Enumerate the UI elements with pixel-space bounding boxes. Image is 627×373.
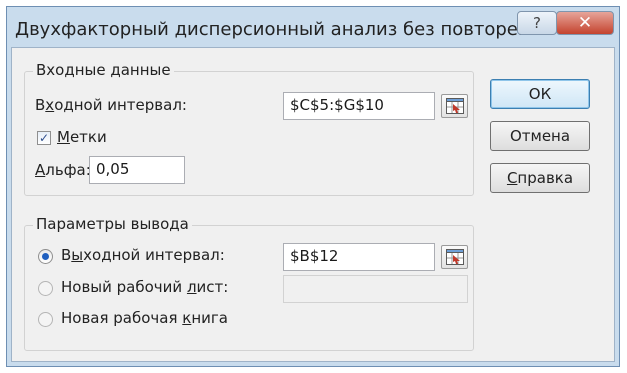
radio-selected-dot [42, 253, 49, 260]
input-range-ref-button[interactable] [441, 94, 468, 118]
input-range-field[interactable]: $C$5:$G$10 [283, 92, 435, 120]
input-group-title: Входные данные [33, 61, 174, 79]
ok-button[interactable]: ОК [490, 79, 590, 109]
output-group-title: Параметры вывода [33, 215, 192, 233]
labels-checkbox-label[interactable]: Метки [57, 128, 107, 146]
close-icon: ✕ [577, 13, 593, 33]
question-icon: ? [533, 14, 541, 32]
help-button[interactable]: Справка [490, 163, 590, 193]
dialog-window: Двухфакторный дисперсионный анализ без п… [6, 6, 620, 367]
help-title-button[interactable]: ? [517, 11, 557, 35]
input-data-group: Входные данные Входной интервал: $C$5:$G… [24, 61, 474, 196]
alpha-input[interactable]: 0,05 [89, 156, 185, 184]
check-icon: ✓ [38, 131, 50, 145]
new-workbook-label[interactable]: Новая рабочая книга [61, 309, 228, 327]
range-select-icon [446, 249, 464, 265]
new-sheet-name-field[interactable] [283, 275, 468, 303]
output-range-label[interactable]: Выходной интервал: [61, 246, 225, 264]
range-select-icon [446, 98, 464, 114]
output-range-radio[interactable] [38, 249, 53, 264]
output-range-field[interactable]: $B$12 [283, 243, 435, 271]
output-options-group: Параметры вывода Выходной интервал: $B$1… [24, 215, 474, 351]
dialog-client-area: Входные данные Входной интервал: $C$5:$G… [11, 47, 615, 362]
new-sheet-radio[interactable] [38, 281, 53, 296]
input-range-label: Входной интервал: [35, 96, 187, 114]
close-button[interactable]: ✕ [556, 11, 614, 35]
new-workbook-radio[interactable] [38, 312, 53, 327]
alpha-label: Альфа: [35, 161, 91, 179]
dialog-title: Двухфакторный дисперсионный анализ без п… [15, 19, 554, 40]
new-sheet-label[interactable]: Новый рабочий лист: [61, 278, 228, 296]
labels-checkbox[interactable]: ✓ [37, 131, 51, 145]
output-range-ref-button[interactable] [441, 245, 468, 269]
cancel-button[interactable]: Отмена [490, 121, 590, 151]
